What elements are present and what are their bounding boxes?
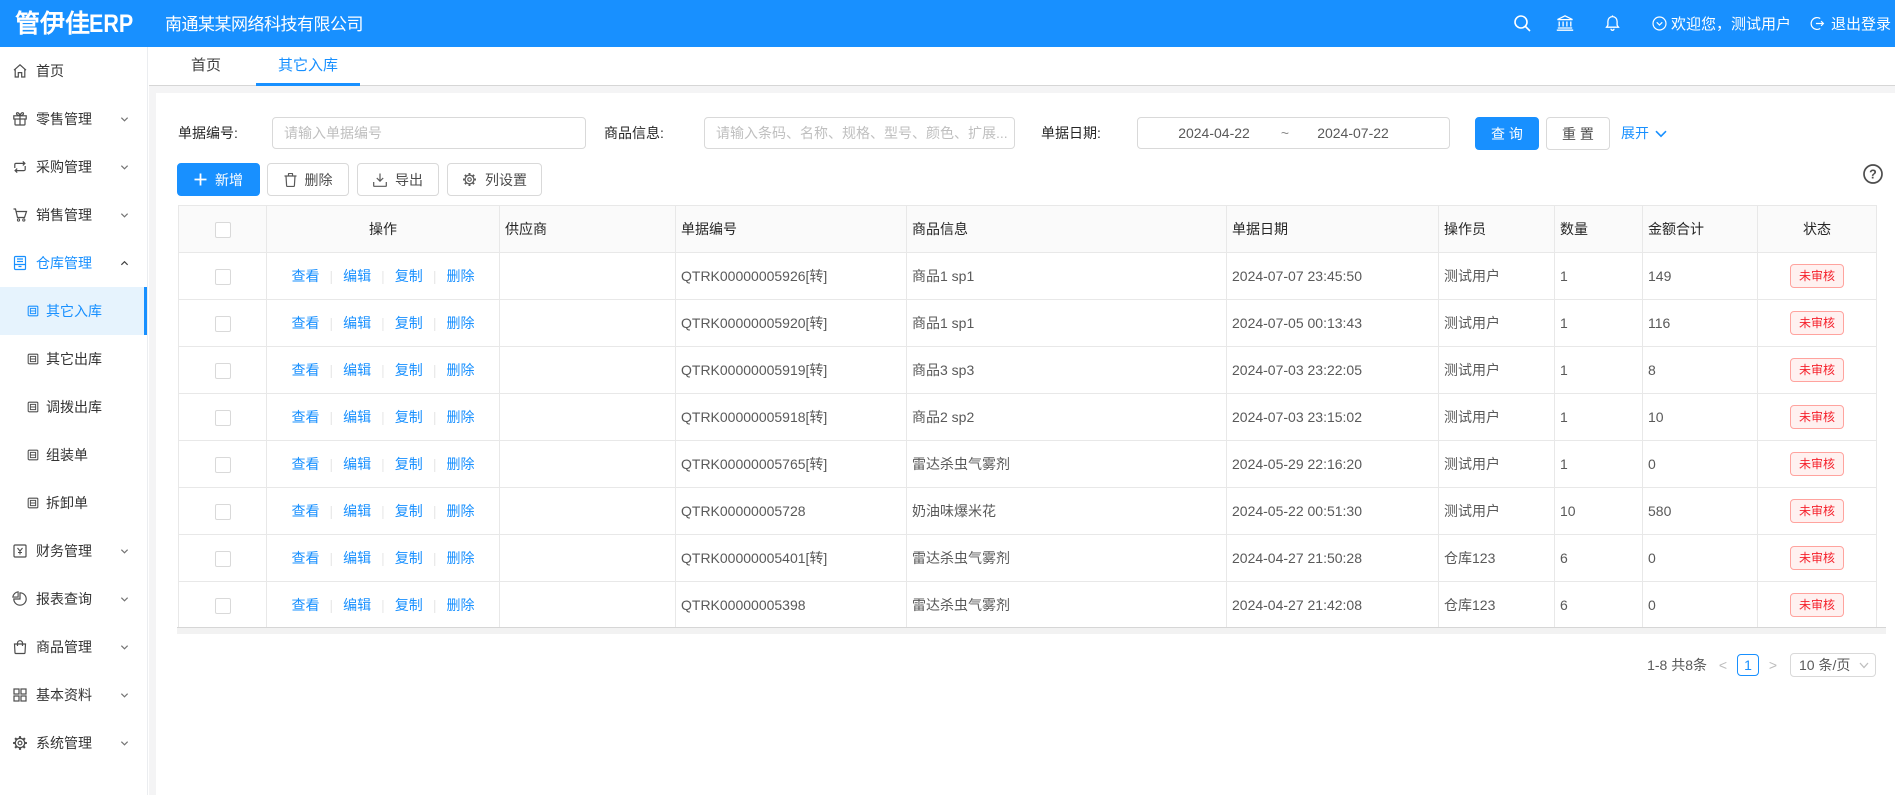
- svg-text:?: ?: [1869, 168, 1877, 182]
